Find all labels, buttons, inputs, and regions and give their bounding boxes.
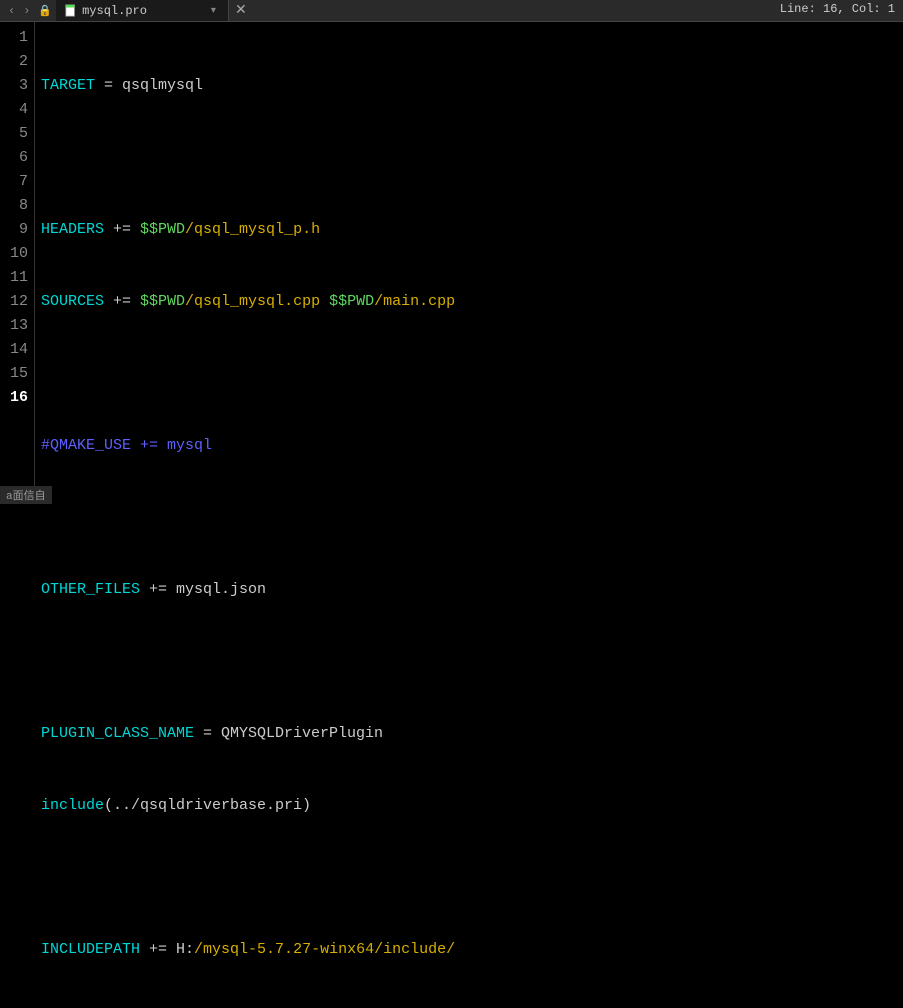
code-line: include(../qsqldriverbase.pri)	[41, 794, 903, 818]
line-number: 8	[0, 194, 28, 218]
line-number: 9	[0, 218, 28, 242]
line-number: 7	[0, 170, 28, 194]
chevron-down-icon[interactable]: ▾	[207, 5, 220, 17]
code-line: #QMAKE_USE += mysql	[41, 434, 903, 458]
line-number: 2	[0, 50, 28, 74]
code-line	[41, 650, 903, 674]
code-line: SOURCES += $$PWD/qsql_mysql.cpp $$PWD/ma…	[41, 290, 903, 314]
code-area[interactable]: TARGET = qsqlmysql HEADERS += $$PWD/qsql…	[35, 22, 903, 504]
file-icon	[64, 4, 78, 18]
code-line	[41, 146, 903, 170]
line-number: 11	[0, 266, 28, 290]
line-number: 3	[0, 74, 28, 98]
line-number: 16	[0, 386, 28, 410]
line-number: 12	[0, 290, 28, 314]
code-line: HEADERS += $$PWD/qsql_mysql_p.h	[41, 218, 903, 242]
line-number: 15	[0, 362, 28, 386]
editor: 1 2 3 4 5 6 7 8 9 10 11 12 13 14 15 16 T…	[0, 22, 903, 504]
line-number: 13	[0, 314, 28, 338]
line-number: 4	[0, 98, 28, 122]
close-icon[interactable]: ✕	[229, 2, 253, 19]
code-line: INCLUDEPATH += H:/mysql-5.7.27-winx64/in…	[41, 938, 903, 962]
line-number: 14	[0, 338, 28, 362]
line-number: 5	[0, 122, 28, 146]
file-tab[interactable]: mysql.pro ▾	[56, 0, 229, 21]
cursor-position: Line: 16, Col: 1	[780, 2, 895, 16]
line-number: 6	[0, 146, 28, 170]
code-line	[41, 506, 903, 530]
bottom-panel-tab[interactable]: a面信自	[0, 486, 52, 504]
code-line	[41, 866, 903, 890]
tab-bar: ‹ › 🔒 mysql.pro ▾ ✕ Line: 16, Col: 1	[0, 0, 903, 22]
tab-filename: mysql.pro	[82, 4, 147, 18]
nav-back-icon[interactable]: ‹	[4, 4, 19, 18]
line-number: 10	[0, 242, 28, 266]
code-line	[41, 362, 903, 386]
bottom-tab-label: a面信自	[6, 487, 46, 503]
code-line: OTHER_FILES += mysql.json	[41, 578, 903, 602]
lock-icon: 🔒	[34, 4, 56, 18]
code-line: TARGET = qsqlmysql	[41, 74, 903, 98]
code-line: PLUGIN_CLASS_NAME = QMYSQLDriverPlugin	[41, 722, 903, 746]
line-gutter: 1 2 3 4 5 6 7 8 9 10 11 12 13 14 15 16	[0, 22, 35, 504]
line-number: 1	[0, 26, 28, 50]
nav-forward-icon[interactable]: ›	[19, 4, 34, 18]
